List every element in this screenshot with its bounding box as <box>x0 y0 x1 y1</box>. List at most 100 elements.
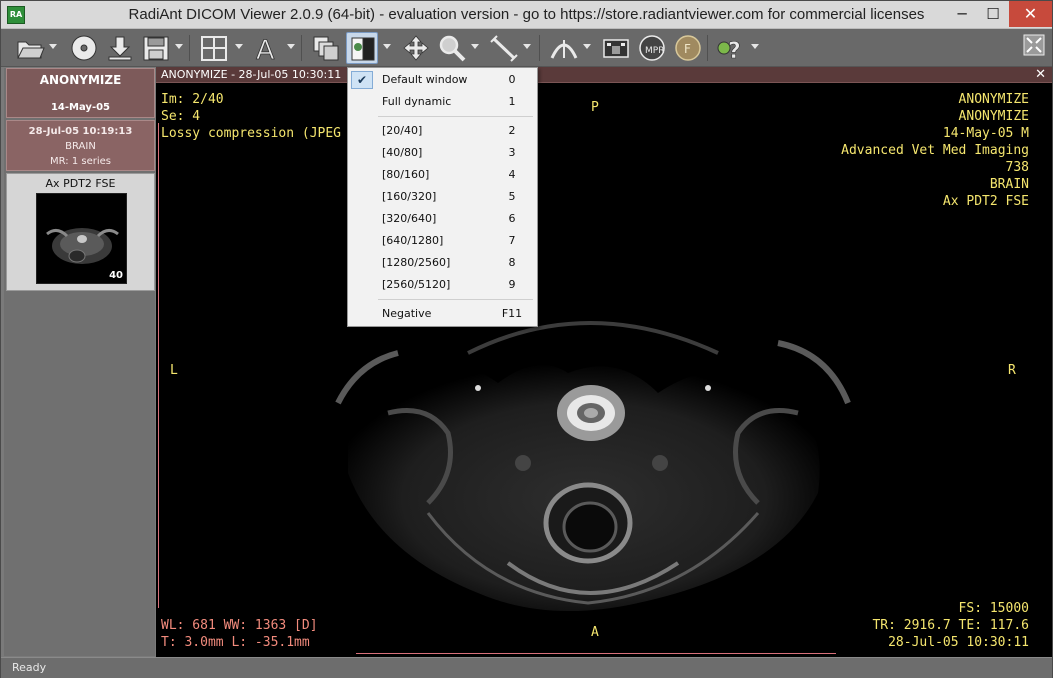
fullscreen-icon <box>1023 34 1045 56</box>
study-panel: ANONYMIZE 14-May-05 28-Jul-05 10:19:13 B… <box>4 68 155 656</box>
measure-dropdown-arrow[interactable] <box>523 44 531 49</box>
menu-item-label: [640/1280] <box>382 234 444 247</box>
menu-separator <box>378 116 533 117</box>
thumbnail-image-count: 40 <box>109 270 123 281</box>
menu-item-preset-320-640[interactable]: [320/640] 6 <box>348 208 537 230</box>
zoom-dropdown-arrow[interactable] <box>471 44 479 49</box>
minimize-button[interactable]: ─ <box>946 1 978 27</box>
window-level-dropdown-arrow[interactable] <box>383 44 391 49</box>
download-button[interactable] <box>103 32 135 64</box>
overlay-field-strength: FS: 15000 <box>958 601 1029 616</box>
menu-item-shortcut: 6 <box>508 212 516 225</box>
menu-item-negative[interactable]: Negative F11 <box>348 303 537 325</box>
video-export-icon <box>603 39 629 58</box>
download-icon <box>108 36 132 61</box>
overlay-top-left: Im: 2/40 Se: 4 Lossy compression (JPEG <box>161 91 341 142</box>
menu-item-preset-80-160[interactable]: [80/160] 4 <box>348 164 537 186</box>
layout-grid-icon <box>201 36 227 61</box>
window-level-icon <box>351 37 375 61</box>
fusion-glyph: F <box>684 42 691 56</box>
open-folder-icon <box>17 41 45 59</box>
3d-dropdown-arrow[interactable] <box>583 44 591 49</box>
open-button[interactable] <box>13 32 45 64</box>
overlay-bottom-left: WL: 681 WW: 1363 [D] T: 3.0mm L: -35.1mm <box>161 617 318 651</box>
menu-item-preset-2560-5120[interactable]: [2560/5120] 9 <box>348 274 537 296</box>
menu-item-preset-1280-2560[interactable]: [1280/2560] 8 <box>348 252 537 274</box>
help-dropdown-arrow[interactable] <box>751 44 759 49</box>
orientation-right: R <box>1008 363 1016 378</box>
menu-item-shortcut: 3 <box>508 146 516 159</box>
cd-dvd-icon <box>71 35 97 61</box>
toolbar-separator <box>189 35 190 61</box>
save-dropdown-arrow[interactable] <box>175 44 183 49</box>
overlay-acquisition-datetime: 28-Jul-05 10:30:11 <box>888 635 1029 650</box>
fusion-button[interactable]: F <box>671 32 703 64</box>
app-window: R A RadiAnt DICOM Viewer 2.0.9 (64-bit) -… <box>0 0 1053 678</box>
mpr-icon: MPR <box>639 35 665 61</box>
window-level-button[interactable] <box>346 32 378 64</box>
overlay-series-desc: Ax PDT2 FSE <box>942 194 1029 209</box>
3d-mpr-icon <box>550 40 578 59</box>
video-export-button[interactable] <box>599 32 631 64</box>
image-viewport[interactable]: Im: 2/40 Se: 4 Lossy compression (JPEG A… <box>156 83 1052 657</box>
close-window-button[interactable]: ✕ <box>1009 1 1052 27</box>
viewer-title: ANONYMIZE - 28-Jul-05 10:30:11 <box>161 68 342 81</box>
layout-button[interactable] <box>197 32 229 64</box>
cd-dvd-button[interactable] <box>67 32 99 64</box>
toolbar-separator <box>707 35 708 61</box>
menu-item-label: [320/640] <box>382 212 437 225</box>
status-bar: Ready <box>1 657 1052 678</box>
overlay-window-level: WL: 681 WW: 1363 [D] <box>161 618 318 633</box>
pan-button[interactable] <box>399 32 431 64</box>
window-title: RadiAnt DICOM Viewer 2.0.9 (64-bit) - ev… <box>128 6 925 23</box>
menu-item-preset-640-1280[interactable]: [640/1280] 7 <box>348 230 537 252</box>
menu-item-shortcut: 1 <box>508 95 516 108</box>
overlay-thickness-location: T: 3.0mm L: -35.1mm <box>161 635 310 650</box>
viewer-close-button[interactable]: ✕ <box>1035 67 1046 82</box>
open-dropdown-arrow[interactable] <box>49 44 57 49</box>
measure-button[interactable] <box>487 32 519 64</box>
main-toolbar: A MPR F ? <box>1 29 1052 67</box>
title-bar[interactable]: RA RadiAnt DICOM Viewer 2.0.9 (64-bit) -… <box>1 1 1052 29</box>
menu-item-preset-40-80[interactable]: [40/80] 3 <box>348 142 537 164</box>
menu-item-label: Default window <box>382 73 468 86</box>
thumbnail-image: 40 <box>36 193 127 284</box>
fusion-icon: F <box>675 35 701 61</box>
menu-item-shortcut: 2 <box>508 124 516 137</box>
layout-dropdown-arrow[interactable] <box>235 44 243 49</box>
series-browse-button[interactable] <box>309 32 341 64</box>
menu-item-preset-20-40[interactable]: [20/40] 2 <box>348 120 537 142</box>
series-thumbnail[interactable]: Ax PDT2 FSE 40 <box>6 173 155 291</box>
mpr-glyph: MPR <box>645 46 664 56</box>
overlay-patient-id: ANONYMIZE <box>958 109 1029 124</box>
save-button[interactable] <box>139 32 171 64</box>
scale-ruler-vertical <box>158 123 159 608</box>
study-card[interactable]: ANONYMIZE 14-May-05 <box>6 68 155 118</box>
measure-icon <box>490 35 518 62</box>
menu-item-preset-160-320[interactable]: [160/320] 5 <box>348 186 537 208</box>
zoom-icon <box>439 35 466 62</box>
zoom-button[interactable] <box>435 32 467 64</box>
menu-item-label: Full dynamic <box>382 95 452 108</box>
viewer-header: ANONYMIZE - 28-Jul-05 10:30:11 ✕ <box>156 67 1052 83</box>
menu-item-label: [2560/5120] <box>382 278 451 291</box>
overlay-image-index: Im: 2/40 <box>161 92 224 107</box>
help-button[interactable]: ? <box>713 32 745 64</box>
series-body-part: BRAIN <box>65 141 96 152</box>
text-tool-glyph: A <box>256 35 275 62</box>
3d-rendering-button[interactable] <box>547 32 579 64</box>
fullscreen-button[interactable] <box>1021 32 1047 58</box>
orientation-bottom: A <box>591 625 599 640</box>
overlay-accession: 738 <box>1005 160 1029 175</box>
series-group-card[interactable]: 28-Jul-05 10:19:13 BRAIN MR: 1 series <box>6 120 155 171</box>
menu-item-full-dynamic[interactable]: Full dynamic 1 <box>348 91 537 113</box>
menu-item-shortcut: 7 <box>508 234 516 247</box>
overlay-birthdate-sex: 14-May-05 M <box>942 126 1029 141</box>
menu-item-default-window[interactable]: ✔ Default window 0 <box>348 69 537 91</box>
menu-item-label: [40/80] <box>382 146 423 159</box>
annotations-button[interactable]: A <box>251 32 283 64</box>
annotations-dropdown-arrow[interactable] <box>287 44 295 49</box>
maximize-button[interactable]: ☐ <box>977 1 1009 27</box>
help-icon: ? <box>717 39 741 62</box>
mpr-button[interactable]: MPR <box>635 32 667 64</box>
